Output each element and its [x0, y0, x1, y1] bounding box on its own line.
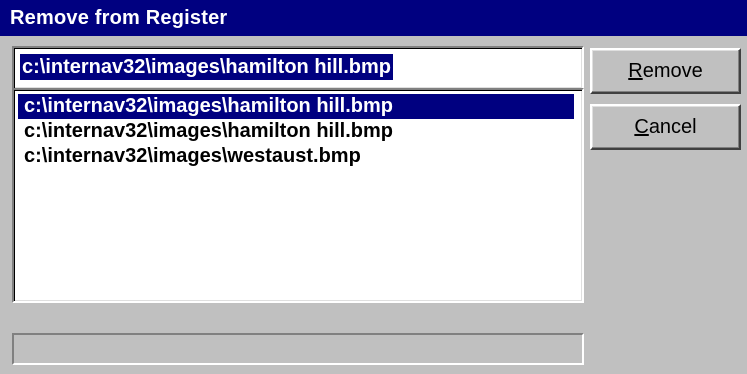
file-list[interactable]: c:\internav32\images\hamilton hill.bmp c… — [12, 88, 584, 303]
status-bar — [12, 333, 584, 365]
remove-button-label: emove — [642, 60, 703, 82]
filename-field[interactable]: c:\internav32\images\hamilton hill.bmp — [12, 46, 584, 90]
list-item[interactable]: c:\internav32\images\hamilton hill.bmp — [18, 119, 578, 144]
dialog-title: Remove from Register — [10, 7, 228, 29]
cancel-button-label: ancel — [648, 116, 697, 138]
remove-button-mnemonic: R — [628, 60, 643, 82]
remove-from-register-dialog: Remove from Register c:\internav32\image… — [0, 0, 747, 374]
filename-field-value: c:\internav32\images\hamilton hill.bmp — [20, 54, 393, 80]
list-item[interactable]: c:\internav32\images\hamilton hill.bmp — [18, 94, 574, 119]
list-item[interactable]: c:\internav32\images\westaust.bmp — [18, 144, 578, 169]
cancel-button-mnemonic: C — [634, 116, 649, 138]
cancel-button[interactable]: Cancel — [590, 104, 741, 150]
title-bar: Remove from Register — [0, 0, 747, 36]
remove-button[interactable]: Remove — [590, 48, 741, 94]
